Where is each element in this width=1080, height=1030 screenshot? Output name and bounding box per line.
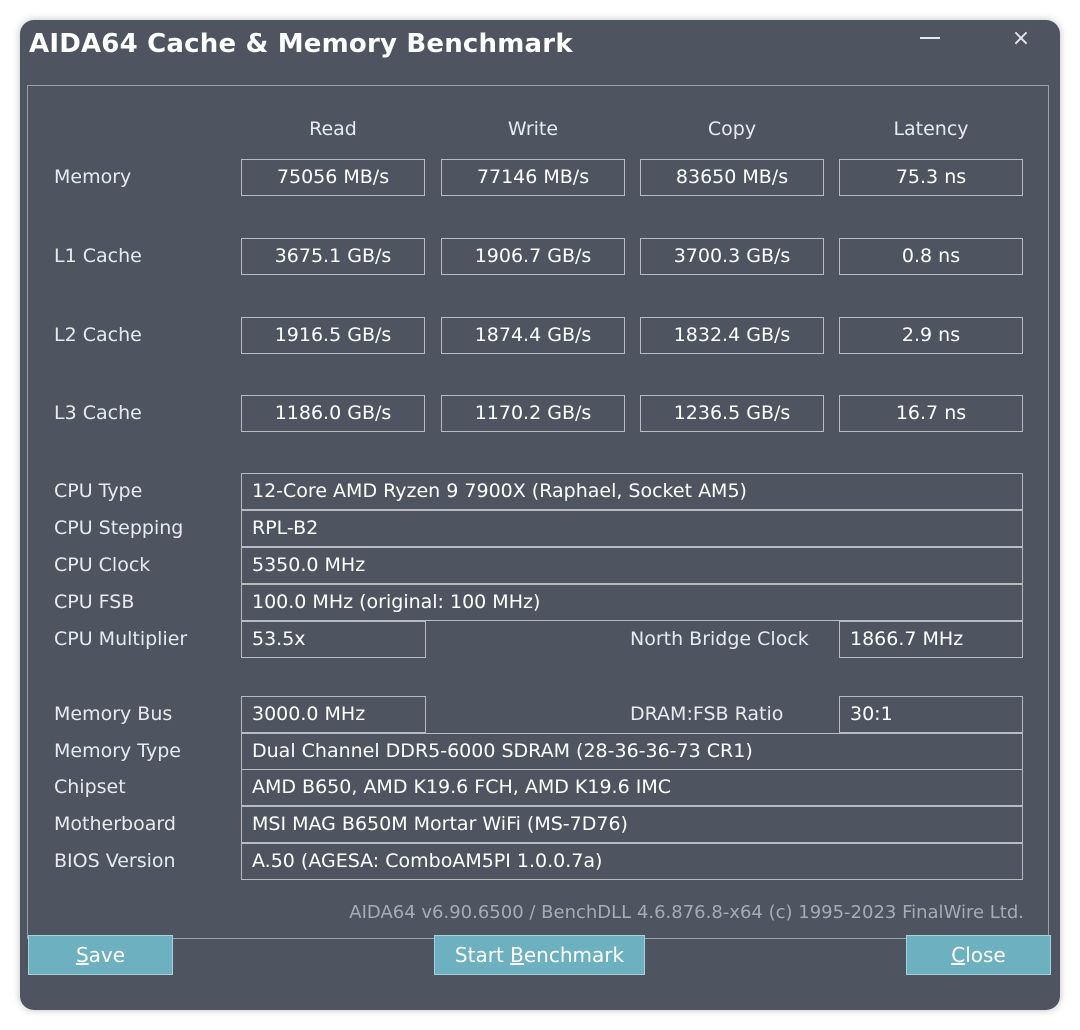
- north-bridge-clock-value: 1866.7 MHz: [839, 621, 1023, 658]
- cpu-stepping-label: CPU Stepping: [54, 517, 184, 539]
- start-label-prefix: Start: [454, 943, 511, 967]
- chipset-label: Chipset: [54, 776, 126, 798]
- cpu-clock-value: 5350.0 MHz: [241, 547, 1023, 584]
- memory-copy-value: 83650 MB/s: [640, 159, 824, 196]
- bios-version-value: A.50 (AGESA: ComboAM5PI 1.0.0.7a): [241, 843, 1023, 880]
- l2-read-value: 1916.5 GB/s: [241, 317, 425, 354]
- close-mnemonic: C: [951, 943, 966, 967]
- row-label-l2-cache: L2 Cache: [54, 324, 142, 346]
- start-label: enchmark: [523, 943, 625, 967]
- memory-bus-label: Memory Bus: [54, 703, 173, 725]
- motherboard-label: Motherboard: [54, 813, 176, 835]
- save-mnemonic: S: [75, 943, 89, 967]
- save-button[interactable]: Save: [28, 935, 173, 975]
- start-benchmark-button[interactable]: Start Benchmark: [434, 935, 645, 975]
- window-title: AIDA64 Cache & Memory Benchmark: [29, 29, 573, 59]
- memory-type-label: Memory Type: [54, 740, 181, 762]
- row-label-memory: Memory: [54, 166, 132, 188]
- cpu-clock-label: CPU Clock: [54, 554, 151, 576]
- minimize-icon[interactable]: [920, 37, 940, 39]
- close-button[interactable]: Close: [906, 935, 1051, 975]
- memory-read-value: 75056 MB/s: [241, 159, 425, 196]
- save-label: ave: [88, 943, 126, 967]
- l3-copy-value: 1236.5 GB/s: [640, 395, 824, 432]
- cpu-fsb-value: 100.0 MHz (original: 100 MHz): [241, 584, 1023, 621]
- cpu-multiplier-value: 53.5x: [241, 621, 426, 658]
- l3-latency-value: 16.7 ns: [839, 395, 1023, 432]
- column-header-read: Read: [309, 118, 357, 140]
- l1-copy-value: 3700.3 GB/s: [640, 238, 824, 275]
- column-header-latency: Latency: [893, 118, 969, 140]
- cpu-fsb-label: CPU FSB: [54, 591, 135, 613]
- l1-read-value: 3675.1 GB/s: [241, 238, 425, 275]
- close-icon[interactable]: ×: [1010, 26, 1032, 52]
- l2-latency-value: 2.9 ns: [839, 317, 1023, 354]
- l1-write-value: 1906.7 GB/s: [441, 238, 625, 275]
- memory-write-value: 77146 MB/s: [441, 159, 625, 196]
- version-footer: AIDA64 v6.90.6500 / BenchDLL 4.6.876.8-x…: [349, 902, 1024, 923]
- l3-read-value: 1186.0 GB/s: [241, 395, 425, 432]
- cpu-type-value: 12-Core AMD Ryzen 9 7900X (Raphael, Sock…: [241, 473, 1023, 510]
- start-mnemonic: B: [510, 943, 524, 967]
- l3-write-value: 1170.2 GB/s: [441, 395, 625, 432]
- row-label-l1-cache: L1 Cache: [54, 245, 142, 267]
- cpu-type-label: CPU Type: [54, 480, 143, 502]
- bios-version-label: BIOS Version: [54, 850, 176, 872]
- dram-fsb-ratio-value: 30:1: [839, 696, 1023, 733]
- cpu-stepping-value: RPL-B2: [241, 510, 1023, 547]
- memory-type-value: Dual Channel DDR5-6000 SDRAM (28-36-36-7…: [241, 733, 1023, 770]
- memory-bus-value: 3000.0 MHz: [241, 696, 426, 733]
- close-label: lose: [965, 943, 1006, 967]
- memory-latency-value: 75.3 ns: [839, 159, 1023, 196]
- motherboard-value: MSI MAG B650M Mortar WiFi (MS-7D76): [241, 806, 1023, 843]
- column-header-write: Write: [507, 118, 559, 140]
- cpu-multiplier-label: CPU Multiplier: [54, 628, 188, 650]
- north-bridge-clock-label: North Bridge Clock: [630, 628, 809, 650]
- l2-copy-value: 1832.4 GB/s: [640, 317, 824, 354]
- dram-fsb-ratio-label: DRAM:FSB Ratio: [630, 703, 784, 725]
- column-header-copy: Copy: [707, 118, 757, 140]
- l1-latency-value: 0.8 ns: [839, 238, 1023, 275]
- row-label-l3-cache: L3 Cache: [54, 402, 142, 424]
- chipset-value: AMD B650, AMD K19.6 FCH, AMD K19.6 IMC: [241, 769, 1023, 806]
- l2-write-value: 1874.4 GB/s: [441, 317, 625, 354]
